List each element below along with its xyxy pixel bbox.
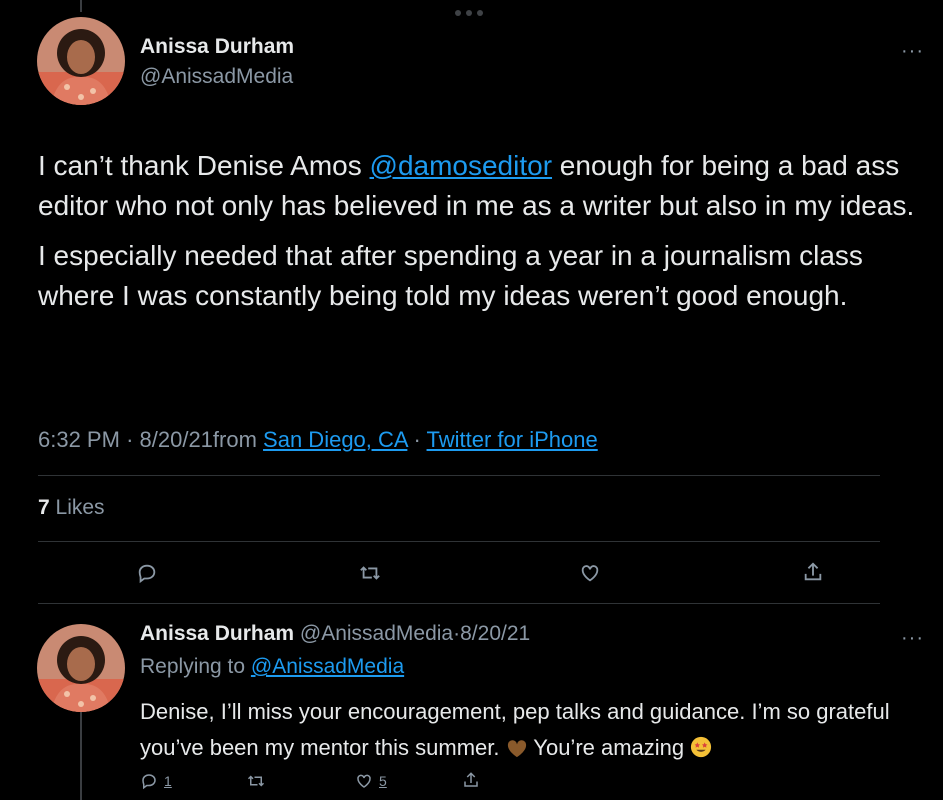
reply-text-part: You’re amazing — [527, 735, 691, 760]
reply-date[interactable]: 8/20/21 — [460, 622, 530, 645]
source-link[interactable]: Twitter for iPhone — [427, 427, 598, 452]
share-icon — [804, 562, 822, 581]
separator: · — [126, 427, 134, 452]
thread-line-bottom — [80, 712, 82, 800]
more-options-icon[interactable]: ··· — [901, 40, 924, 63]
reply-tweet-text: Denise, I’ll miss your encouragement, pe… — [140, 694, 910, 769]
share-icon — [464, 772, 478, 787]
like-count: 5 — [379, 773, 387, 789]
reply-reply-button[interactable]: 1 — [140, 772, 172, 790]
replying-to: Replying to @AnissadMedia — [140, 655, 404, 679]
retweet-icon — [247, 775, 265, 787]
avatar[interactable] — [37, 17, 125, 105]
reply-share-button[interactable] — [462, 771, 480, 789]
replying-handle-link[interactable]: @AnissadMedia — [251, 655, 404, 678]
thread-line-top — [80, 0, 82, 12]
share-button[interactable] — [802, 561, 824, 583]
divider — [38, 475, 880, 476]
likes-count-link[interactable]: 7 Likes — [38, 496, 105, 520]
replying-label: Replying to — [140, 655, 246, 678]
retweet-button[interactable] — [358, 562, 382, 584]
reply-retweet-button[interactable] — [246, 772, 272, 790]
reply-header: Anissa Durham @AnissadMedia·8/20/21 — [140, 622, 530, 646]
tweet-time[interactable]: 6:32 PM — [38, 427, 120, 452]
star-struck-emoji — [690, 733, 712, 769]
brown-heart-emoji — [506, 733, 528, 769]
tweet-date[interactable]: 8/20/21 — [140, 427, 213, 452]
author-handle[interactable]: @AnissadMedia — [140, 65, 293, 89]
heart-icon — [581, 565, 599, 582]
reply-count: 1 — [164, 773, 172, 789]
likes-count: 7 — [38, 496, 50, 519]
conversation-indicator-dots — [455, 10, 483, 16]
reply-more-options-icon[interactable]: ··· — [901, 627, 924, 650]
reply-like-button[interactable]: 5 — [355, 772, 387, 790]
tweet-text: I can’t thank Denise Amos @damoseditor e… — [38, 146, 918, 326]
tweet-metadata: 6:32 PM · 8/20/21from San Diego, CA · Tw… — [38, 427, 598, 453]
reply-author-handle[interactable]: @AnissadMedia — [300, 622, 453, 645]
reply-avatar[interactable] — [37, 624, 125, 712]
retweet-icon — [360, 566, 380, 580]
reply-icon — [142, 774, 156, 790]
location-link[interactable]: San Diego, CA — [263, 427, 407, 452]
likes-label: Likes — [55, 496, 105, 519]
reply-icon — [138, 564, 156, 584]
from-label: from — [212, 427, 257, 452]
like-button[interactable] — [579, 562, 601, 584]
heart-icon — [357, 774, 371, 788]
divider — [38, 603, 880, 604]
reply-button[interactable] — [136, 562, 158, 584]
mention-link[interactable]: @damoseditor — [370, 150, 553, 181]
reply-author-name[interactable]: Anissa Durham — [140, 622, 294, 645]
author-name[interactable]: Anissa Durham — [140, 35, 294, 59]
tweet-text-paragraph: I especially needed that after spending … — [38, 240, 863, 311]
tweet-text-part: I can’t thank Denise Amos — [38, 150, 370, 181]
separator: · — [413, 427, 421, 452]
divider — [38, 541, 880, 542]
